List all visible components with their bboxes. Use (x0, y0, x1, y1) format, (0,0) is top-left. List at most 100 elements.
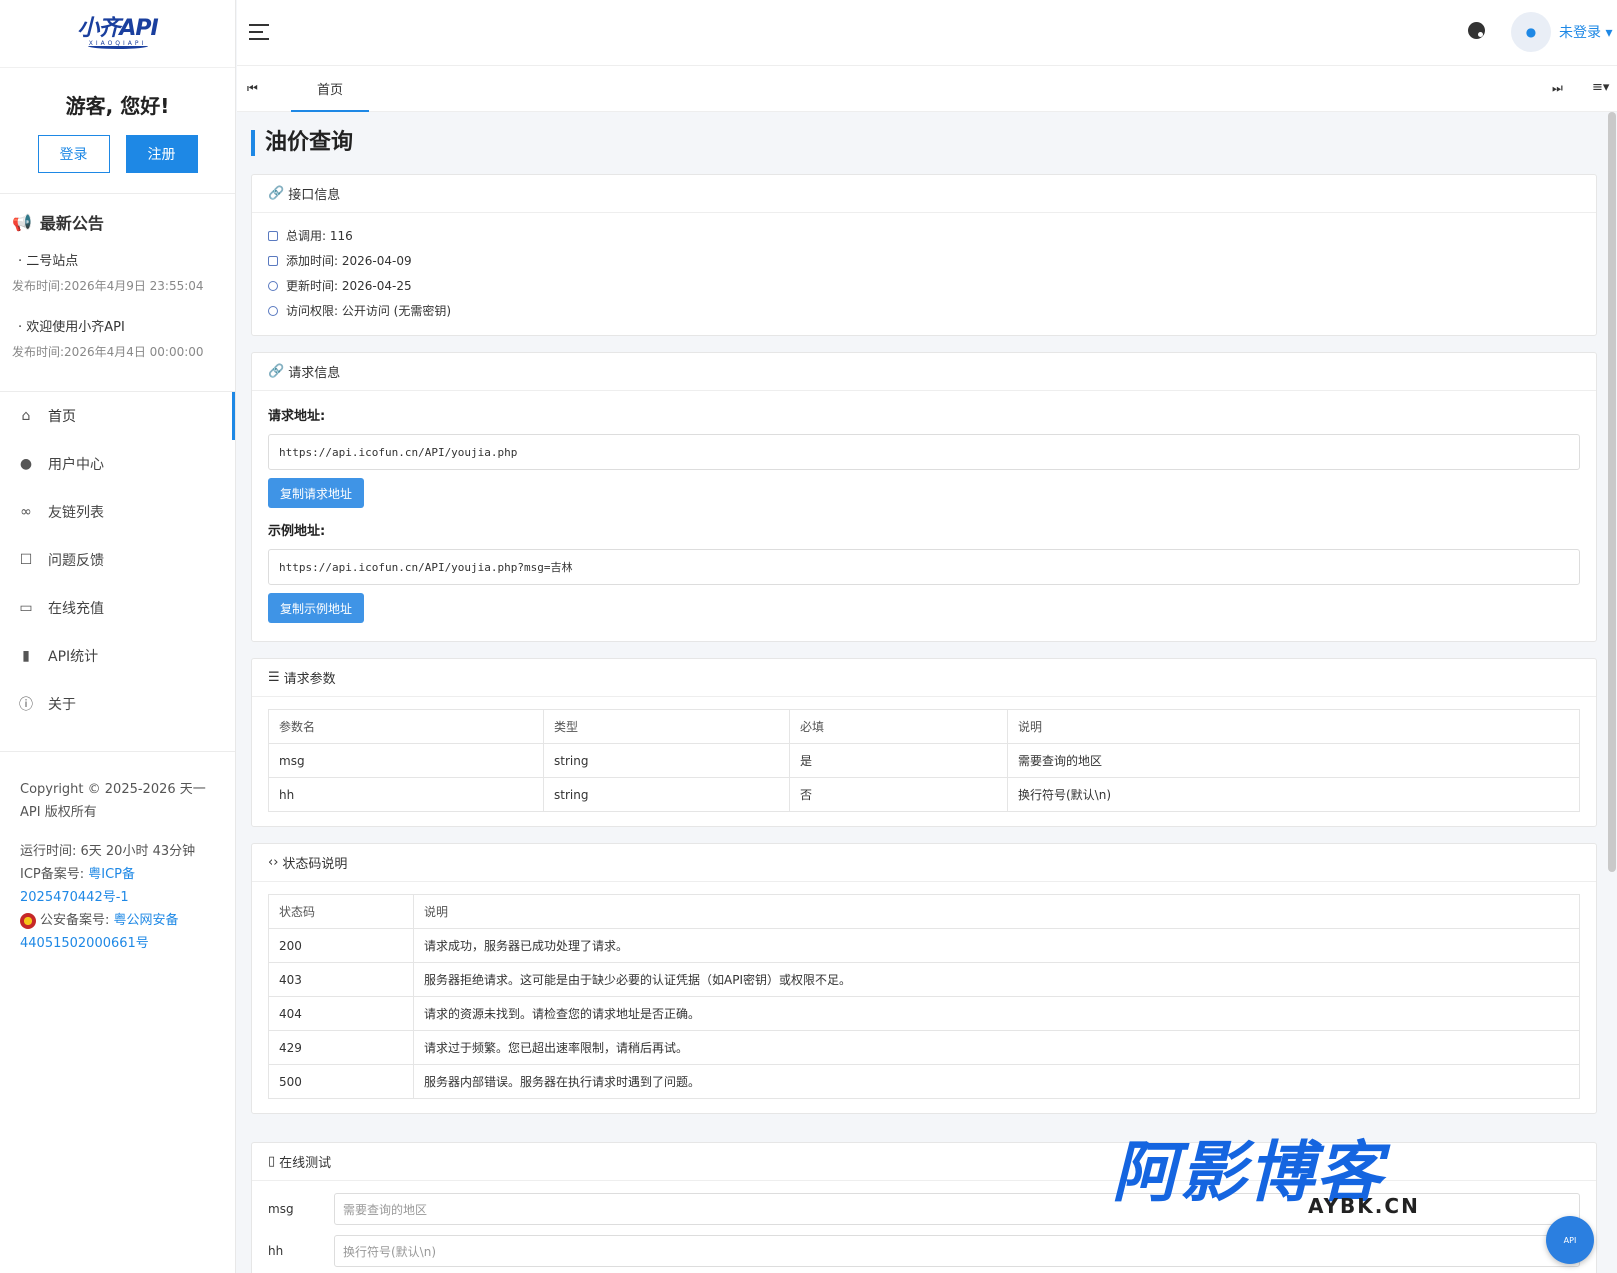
announcement-title: 二号站点 (26, 254, 79, 269)
logo-subtext: XIAOQIAPI (88, 40, 147, 47)
greeting-title: 游客, 您好! (65, 94, 170, 118)
copyright-text: Copyright © 2025-2026 天一API 版权所有 (20, 782, 206, 820)
user-status-label: 未登录 (1559, 25, 1601, 41)
table-cell: 否 (789, 777, 1008, 812)
feedback-icon: ☐ (19, 552, 33, 568)
scrollbar[interactable] (1608, 112, 1616, 872)
test-field-row: hh 换行符号(默认\n) (268, 1231, 1580, 1271)
home-icon: ⌂ (21, 408, 31, 424)
column-header: 参数名 (268, 709, 544, 744)
page-title: 油价查询 (251, 130, 1603, 156)
card-header: ‹› 状态码说明 (252, 844, 1596, 882)
table-cell: string (543, 743, 790, 778)
shield-icon (268, 305, 278, 316)
hh-input[interactable]: 换行符号(默认\n) (334, 1235, 1580, 1267)
user-status-dropdown[interactable]: 未登录 ▾ (1559, 22, 1612, 42)
announcements-title: 📢 最新公告 (12, 210, 223, 234)
calendar-icon (268, 255, 278, 266)
tab-menu-icon[interactable]: ≡▾ (1592, 80, 1609, 95)
info-text: 更新时间: 2026-04-25 (286, 279, 412, 293)
megaphone-icon: 📢 (12, 212, 32, 232)
sidebar-footer: Copyright © 2025-2026 天一API 版权所有 运行时间: 6… (0, 752, 235, 955)
announcement-item[interactable]: · 二号站点 发布时间:2026年4月9日 23:55:04 (12, 250, 223, 294)
tab-bar: ⏮ 首页 ⏭ ≡▾ (237, 66, 1617, 112)
card-icon: ▭ (19, 600, 33, 616)
police-badge-icon (20, 912, 36, 929)
announcement-date: 发布时间:2026年4月4日 00:00:00 (12, 345, 204, 359)
table-cell: 500 (268, 1064, 414, 1099)
online-test-card: ▯ 在线测试 msg 需要查询的地区 hh 换行符号(默认\n) (251, 1142, 1597, 1273)
sidebar-item-user-center[interactable]: ● 用户中心 (0, 440, 235, 488)
sidebar-item-home[interactable]: ⌂ 首页 (0, 392, 235, 440)
example-url-label: 示例地址: (268, 524, 326, 539)
floating-api-button[interactable]: API (1546, 1216, 1594, 1264)
table-cell: 请求的资源未找到。请检查您的请求地址是否正确。 (413, 996, 1580, 1031)
copy-request-url-button[interactable]: 复制请求地址 (268, 478, 365, 508)
sidebar-item-links[interactable]: ∞ 友链列表 (0, 488, 235, 536)
table-cell: 200 (268, 928, 414, 963)
api-info-card: 🔗 接口信息 总调用: 116 添加时间: 2026-04-09 更新时间: 2… (251, 174, 1597, 336)
column-header: 说明 (1007, 709, 1580, 744)
tab-scroll-right-icon[interactable]: ⏭ (1552, 81, 1563, 96)
calls-icon (268, 230, 278, 241)
sidebar-item-label: 在线充值 (48, 601, 104, 617)
link-icon: 🔗 (268, 364, 285, 379)
avatar[interactable]: ● (1511, 12, 1551, 52)
tab-home[interactable]: 首页 (291, 66, 369, 112)
login-button[interactable]: 登录 (37, 135, 110, 173)
params-table: 参数名 类型 必填 说明 msg string 是 需要查询的地区 hh str… (268, 709, 1580, 812)
table-cell: 服务器拒绝请求。这可能是由于缺少必要的认证凭据（如API密钥）或权限不足。 (413, 962, 1580, 997)
sidebar-nav: ⌂ 首页 ● 用户中心 ∞ 友链列表 ☐ 问题反馈 ▭ 在线充值 ▮ API统计… (0, 392, 235, 752)
sidebar-item-about[interactable]: ⓘ 关于 (0, 680, 235, 728)
column-header: 状态码 (268, 894, 414, 929)
table-cell: 换行符号(默认\n) (1007, 777, 1580, 812)
main-content: 油价查询 🔗 接口信息 总调用: 116 添加时间: 2026-04-09 更新… (237, 112, 1617, 1273)
sidebar-item-label: 关于 (48, 697, 76, 713)
column-header: 说明 (413, 894, 1580, 929)
theme-palette-icon[interactable] (1468, 22, 1485, 39)
sidebar-item-api-stats[interactable]: ▮ API统计 (0, 632, 235, 680)
table-cell: 403 (268, 962, 414, 997)
table-cell: 是 (789, 743, 1008, 778)
test-field-label: hh (268, 1244, 284, 1258)
card-header: 🔗 接口信息 (252, 175, 1596, 213)
link-icon: 🔗 (268, 186, 285, 201)
table-cell: 需要查询的地区 (1007, 743, 1580, 778)
table-cell: 请求过于频繁。您已超出速率限制，请稍后再试。 (413, 1030, 1580, 1065)
list-icon: ☰ (268, 670, 280, 685)
logo[interactable]: 小齐API XIAOQIAPI (0, 0, 235, 68)
card-header: ☰ 请求参数 (252, 659, 1596, 697)
table-row: 403 服务器拒绝请求。这可能是由于缺少必要的认证凭据（如API密钥）或权限不足… (268, 962, 1580, 997)
card-title: 接口信息 (288, 188, 341, 203)
user-avatar-icon: ● (1525, 25, 1537, 39)
status-codes-table: 状态码 说明 200 请求成功，服务器已成功处理了请求。 403 服务器拒绝请求… (268, 894, 1580, 1099)
announcements: 📢 最新公告 · 二号站点 发布时间:2026年4月9日 23:55:04 · … (0, 194, 235, 392)
table-row: 404 请求的资源未找到。请检查您的请求地址是否正确。 (268, 996, 1580, 1031)
menu-toggle-icon[interactable] (249, 24, 269, 40)
info-text: 总调用: 116 (286, 229, 353, 243)
example-url-field[interactable]: https://api.icofun.cn/API/youjia.php?msg… (268, 549, 1580, 585)
card-header: ▯ 在线测试 (252, 1143, 1596, 1181)
tab-scroll-left-icon[interactable]: ⏮ (247, 81, 258, 96)
msg-input[interactable]: 需要查询的地区 (334, 1193, 1580, 1225)
sidebar-item-feedback[interactable]: ☐ 问题反馈 (0, 536, 235, 584)
uptime-text: 运行时间: 6天 20小时 43分钟 (20, 844, 196, 859)
announcement-item[interactable]: · 欢迎使用小齐API 发布时间:2026年4月4日 00:00:00 (12, 316, 223, 360)
info-text: 添加时间: 2026-04-09 (286, 254, 412, 268)
sidebar-item-label: 问题反馈 (48, 553, 104, 569)
table-header-row: 状态码 说明 (268, 894, 1580, 929)
table-cell: 404 (268, 996, 414, 1031)
info-text: 访问权限: 公开访问 (无需密钥) (286, 304, 452, 318)
table-row: hh string 否 换行符号(默认\n) (268, 777, 1580, 812)
test-tube-icon: ▯ (268, 1154, 276, 1169)
register-button[interactable]: 注册 (125, 135, 198, 173)
sidebar-item-label: 用户中心 (48, 457, 104, 473)
sidebar-item-recharge[interactable]: ▭ 在线充值 (0, 584, 235, 632)
request-url-field[interactable]: https://api.icofun.cn/API/youjia.php (268, 434, 1580, 470)
info-updated-time: 更新时间: 2026-04-25 (268, 273, 1580, 298)
sidebar-item-label: 友链列表 (48, 505, 104, 521)
table-cell: 请求成功，服务器已成功处理了请求。 (413, 928, 1580, 963)
card-title: 状态码说明 (282, 857, 348, 872)
copy-example-url-button[interactable]: 复制示例地址 (268, 593, 365, 623)
request-url-label: 请求地址: (268, 409, 326, 424)
